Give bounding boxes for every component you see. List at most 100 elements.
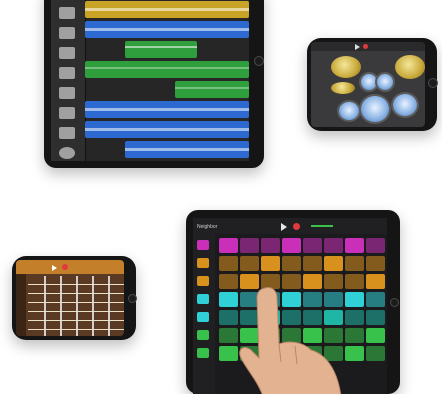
home-button[interactable] [128,294,137,303]
guitar-string[interactable] [28,329,124,330]
iphone-guitar-device [12,256,137,340]
play-icon[interactable] [355,44,360,50]
track-icon-vocal[interactable] [59,107,75,119]
loop-cell[interactable] [219,256,238,271]
track-icon-loop[interactable] [59,147,75,159]
track-lane [85,21,249,40]
loop-cell[interactable] [366,292,385,307]
kick-drum[interactable] [359,94,391,124]
guitar-side-panel [16,274,26,336]
loop-cell[interactable] [261,238,280,253]
crash-cymbal[interactable] [331,56,361,78]
ride-cymbal[interactable] [395,55,425,79]
home-button[interactable] [390,298,399,307]
loop-cell[interactable] [345,274,364,289]
row-icon-keys[interactable] [197,312,209,322]
ipad-tracks-device [44,0,264,168]
track-lane [85,61,249,80]
track-lane [85,141,249,160]
loop-cell[interactable] [366,328,385,343]
guitar-toolbar [16,260,124,274]
track-lane [85,41,249,60]
loop-cell[interactable] [345,346,364,361]
audio-region[interactable] [85,121,249,138]
iphone-drums-device [307,38,438,131]
track-icon-strings[interactable] [59,87,75,99]
live-loops-toolbar: Neighbor [193,218,387,234]
audio-region[interactable] [125,141,249,158]
fret [44,276,46,336]
row-icon-synth[interactable] [197,294,209,304]
tracks-screen [51,0,249,161]
guitar-string[interactable] [28,302,124,303]
guitar-string[interactable] [28,293,124,294]
record-icon[interactable] [62,264,68,270]
loop-cell[interactable] [324,256,343,271]
tom-drum[interactable] [375,72,395,92]
hihat-cymbal[interactable] [331,82,355,94]
fret [108,276,110,336]
loop-cell[interactable] [240,238,259,253]
track-icon-guitar[interactable] [59,47,75,59]
loop-cell[interactable] [366,256,385,271]
track-icon-drums[interactable] [59,7,75,19]
app-label: Neighbor [197,224,218,230]
loop-cell[interactable] [345,292,364,307]
loop-cell[interactable] [345,256,364,271]
track-icon-keys[interactable] [59,67,75,79]
midi-region[interactable] [125,41,197,58]
audio-region[interactable] [85,101,249,118]
snare-drum[interactable] [337,100,361,122]
track-icon-mic[interactable] [59,127,75,139]
loop-cell[interactable] [345,310,364,325]
record-icon[interactable] [293,223,300,230]
row-icon-strings[interactable] [197,330,209,340]
hand-image [239,287,342,394]
row-icon-pad[interactable] [197,348,209,358]
track-lane [85,1,249,20]
home-button[interactable] [254,56,264,66]
loop-cell[interactable] [324,238,343,253]
home-button[interactable] [428,78,438,88]
loop-cell[interactable] [261,256,280,271]
midi-region[interactable] [85,61,249,78]
row-icon-drums[interactable] [197,240,209,250]
loop-cell[interactable] [303,256,322,271]
loop-cell[interactable] [282,238,301,253]
loop-cell[interactable] [240,256,259,271]
midi-region[interactable] [175,81,249,98]
guitar-screen [16,260,124,336]
loop-cell[interactable] [366,238,385,253]
track-lane [85,101,249,120]
volume-slider[interactable] [311,225,333,227]
guitar-string[interactable] [28,284,124,285]
floor-tom-drum[interactable] [391,92,419,118]
drums-screen [311,42,425,127]
drums-toolbar [311,42,425,51]
loop-cell[interactable] [366,346,385,361]
fret [76,276,78,336]
track-headers [51,0,86,161]
ipad-live-loops-device: Neighbor [186,210,400,394]
record-icon[interactable] [363,44,368,49]
play-icon[interactable] [52,265,57,271]
loop-cell[interactable] [345,238,364,253]
guitar-string[interactable] [28,311,124,312]
track-lane [85,121,249,140]
row-icon-bass[interactable] [197,258,209,268]
audio-region[interactable] [85,1,249,18]
audio-region[interactable] [85,21,249,38]
loop-cell[interactable] [219,238,238,253]
play-icon[interactable] [281,223,287,231]
loop-cell[interactable] [345,328,364,343]
row-icon-guitar[interactable] [197,276,209,286]
loop-cell[interactable] [366,310,385,325]
track-lane [85,81,249,100]
loop-row-headers [193,234,215,394]
loop-cell[interactable] [282,256,301,271]
loop-cell[interactable] [366,274,385,289]
track-icon-bass[interactable] [59,27,75,39]
loop-cell[interactable] [303,238,322,253]
guitar-string[interactable] [28,320,124,321]
live-loops-screen: Neighbor [193,218,387,394]
